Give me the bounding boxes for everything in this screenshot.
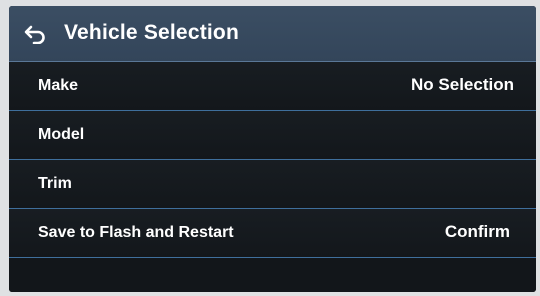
header-bar: Vehicle Selection [9, 6, 536, 62]
row-label-trim: Trim [38, 175, 72, 192]
row-label-make: Make [38, 77, 79, 94]
device-bezel: Vehicle Selection Make No Selection Mode… [0, 0, 540, 296]
back-button[interactable] [20, 20, 50, 48]
row-label-save-restart: Save to Flash and Restart [38, 224, 234, 241]
row-label-model: Model [38, 126, 85, 143]
confirm-button[interactable]: Confirm [445, 222, 510, 242]
screen: Vehicle Selection Make No Selection Mode… [9, 6, 536, 292]
back-arrow-icon [24, 25, 45, 44]
row-trim[interactable]: Trim [9, 160, 536, 209]
row-make[interactable]: Make No Selection [9, 62, 536, 111]
row-save-restart: Save to Flash and Restart Confirm [9, 209, 536, 258]
make-value[interactable]: No Selection [411, 75, 514, 95]
page-title: Vehicle Selection [64, 21, 239, 44]
empty-area [9, 258, 536, 292]
row-model[interactable]: Model [9, 111, 536, 160]
